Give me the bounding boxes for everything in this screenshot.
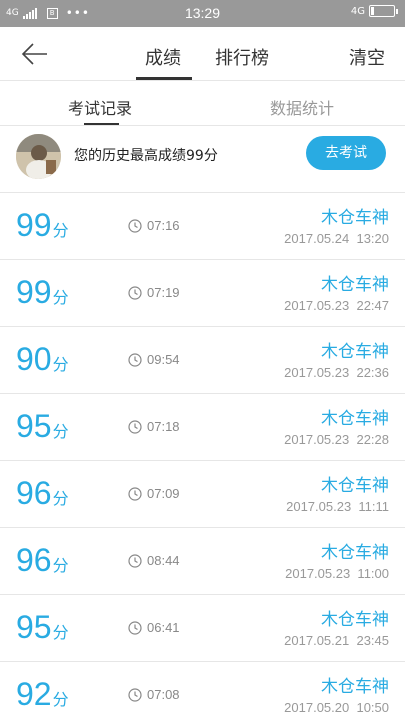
duration-value: 08:44 bbox=[147, 553, 180, 568]
user-name: 木仓车神 bbox=[321, 208, 389, 228]
duration: 07:16 bbox=[128, 218, 180, 233]
network-type-right: 4G bbox=[350, 5, 365, 17]
duration: 08:44 bbox=[128, 553, 180, 568]
duration-value: 07:09 bbox=[147, 486, 180, 501]
duration-value: 06:41 bbox=[147, 620, 180, 635]
clock-icon bbox=[128, 218, 142, 233]
battery-icon bbox=[369, 5, 398, 17]
record-date: 2017.05.24 13:20 bbox=[284, 231, 389, 246]
list-item[interactable]: 96分 07:09 木仓车神 2017.05.23 11:11 bbox=[0, 461, 405, 528]
clock-icon bbox=[128, 419, 142, 434]
record-date: 2017.05.23 11:11 bbox=[286, 499, 389, 514]
score-unit: 分 bbox=[52, 625, 69, 642]
duration: 07:09 bbox=[128, 486, 180, 501]
duration: 07:08 bbox=[128, 687, 180, 702]
score-value: 96 bbox=[16, 475, 52, 511]
record-date: 2017.05.23 22:28 bbox=[284, 432, 389, 447]
back-button[interactable] bbox=[20, 41, 50, 67]
top-nav: 成绩 排行榜 清空 bbox=[0, 27, 405, 81]
sub-tabs: 考试记录 数据统计 bbox=[0, 82, 405, 126]
user-name: 木仓车神 bbox=[321, 275, 389, 295]
tab-exam-records[interactable]: 考试记录 bbox=[68, 95, 132, 119]
list-item[interactable]: 99分 07:16 木仓车神 2017.05.24 13:20 bbox=[0, 193, 405, 260]
clock-icon bbox=[128, 687, 142, 702]
list-item[interactable]: 95分 06:41 木仓车神 2017.05.21 23:45 bbox=[0, 595, 405, 662]
score-unit: 分 bbox=[52, 558, 69, 575]
list-item[interactable]: 90分 09:54 木仓车神 2017.05.23 22:36 bbox=[0, 327, 405, 394]
user-name: 木仓车神 bbox=[321, 677, 389, 697]
clock-icon bbox=[128, 553, 142, 568]
score: 90分 bbox=[16, 341, 69, 378]
user-name: 木仓车神 bbox=[321, 342, 389, 362]
avatar bbox=[16, 134, 61, 179]
score: 95分 bbox=[16, 408, 69, 445]
status-bar: 4G B ••• 13:29 4G bbox=[0, 0, 405, 27]
score-value: 95 bbox=[16, 408, 52, 444]
clear-button[interactable]: 清空 bbox=[349, 44, 385, 70]
score-value: 90 bbox=[16, 341, 52, 377]
list-item[interactable]: 95分 07:18 木仓车神 2017.05.23 22:28 bbox=[0, 394, 405, 461]
duration-value: 07:16 bbox=[147, 218, 180, 233]
tab-active-indicator bbox=[136, 77, 192, 80]
score-value: 96 bbox=[16, 542, 52, 578]
score: 99分 bbox=[16, 274, 69, 311]
status-right: 4G bbox=[350, 5, 398, 17]
records-list: 99分 07:16 木仓车神 2017.05.24 13:20 99分 07:1… bbox=[0, 193, 405, 720]
score-value: 99 bbox=[16, 207, 52, 243]
tab-ranking[interactable]: 排行榜 bbox=[215, 44, 269, 70]
list-item[interactable]: 99分 07:19 木仓车神 2017.05.23 22:47 bbox=[0, 260, 405, 327]
avatar-image bbox=[16, 134, 61, 179]
status-time: 13:29 bbox=[184, 5, 221, 21]
score: 96分 bbox=[16, 542, 69, 579]
best-score-text: 您的历史最高成绩99分 bbox=[74, 148, 218, 164]
score: 99分 bbox=[16, 207, 69, 244]
duration: 09:54 bbox=[128, 352, 180, 367]
score-unit: 分 bbox=[52, 692, 69, 709]
tab-data-stats[interactable]: 数据统计 bbox=[270, 95, 334, 119]
user-name: 木仓车神 bbox=[321, 476, 389, 496]
duration-value: 07:19 bbox=[147, 285, 180, 300]
score: 96分 bbox=[16, 475, 69, 512]
score-value: 92 bbox=[16, 676, 52, 712]
record-date: 2017.05.20 10:50 bbox=[284, 700, 389, 715]
user-name: 木仓车神 bbox=[321, 543, 389, 563]
duration: 07:18 bbox=[128, 419, 180, 434]
record-date: 2017.05.23 22:47 bbox=[284, 298, 389, 313]
take-exam-button[interactable]: 去考试 bbox=[306, 136, 386, 170]
score-unit: 分 bbox=[52, 424, 69, 441]
clock-icon bbox=[128, 352, 142, 367]
sub-tab-active-indicator bbox=[84, 123, 119, 125]
score: 92分 bbox=[16, 676, 69, 713]
clock-icon bbox=[128, 285, 142, 300]
user-name: 木仓车神 bbox=[321, 409, 389, 429]
duration-value: 07:08 bbox=[147, 687, 180, 702]
score-unit: 分 bbox=[52, 290, 69, 307]
duration: 07:19 bbox=[128, 285, 180, 300]
record-date: 2017.05.21 23:45 bbox=[284, 633, 389, 648]
tab-scores[interactable]: 成绩 bbox=[145, 44, 181, 70]
score-unit: 分 bbox=[52, 223, 69, 240]
record-date: 2017.05.23 22:36 bbox=[284, 365, 389, 380]
arrow-left-icon bbox=[21, 43, 47, 65]
score-unit: 分 bbox=[52, 491, 69, 508]
user-name: 木仓车神 bbox=[321, 610, 389, 630]
list-item[interactable]: 92分 07:08 木仓车神 2017.05.20 10:50 bbox=[0, 662, 405, 720]
duration-value: 09:54 bbox=[147, 352, 180, 367]
list-item[interactable]: 96分 08:44 木仓车神 2017.05.23 11:00 bbox=[0, 528, 405, 595]
clock-icon bbox=[128, 620, 142, 635]
score: 95分 bbox=[16, 609, 69, 646]
score-value: 95 bbox=[16, 609, 52, 645]
score-unit: 分 bbox=[52, 357, 69, 374]
record-date: 2017.05.23 11:00 bbox=[285, 566, 389, 581]
duration-value: 07:18 bbox=[147, 419, 180, 434]
clock-icon bbox=[128, 486, 142, 501]
score-value: 99 bbox=[16, 274, 52, 310]
duration: 06:41 bbox=[128, 620, 180, 635]
best-score-row: 您的历史最高成绩99分 去考试 bbox=[0, 127, 405, 193]
